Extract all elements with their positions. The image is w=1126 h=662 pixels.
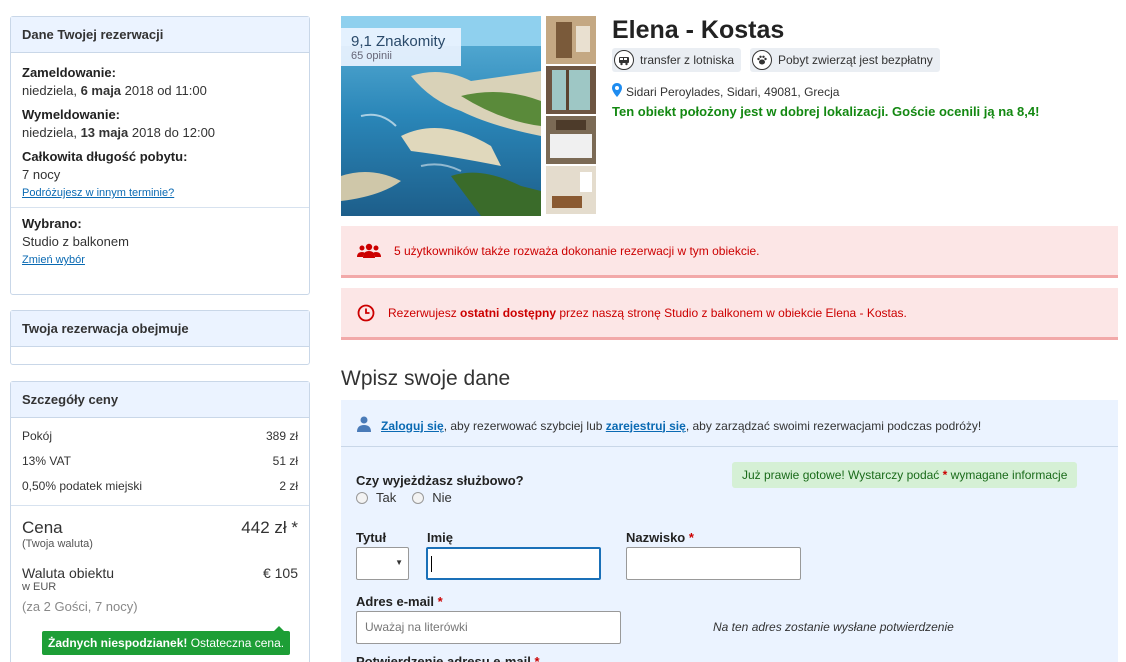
email-input[interactable]: Uważaj na literówki: [356, 611, 621, 644]
total-price-row: Cena 442 zł *: [22, 518, 298, 537]
business-trip-question: Czy wyjeżdżasz służbowo?: [356, 473, 524, 488]
shuttle-bus-icon: [614, 50, 634, 70]
last-available-text: Rezerwujesz ostatni dostępny przez naszą…: [388, 305, 907, 320]
first-name-input[interactable]: [426, 547, 601, 580]
reservation-details-card: Dane Twojej rezerwacji Zameldowanie: nie…: [10, 16, 310, 295]
form-section-title: Wpisz swoje dane: [341, 367, 511, 390]
property-currency-row: Waluta obiektu € 105: [22, 565, 298, 581]
hotel-thumbnail[interactable]: [546, 16, 596, 64]
review-score-badge[interactable]: 9,1 Znakomity 65 opinii: [341, 28, 461, 66]
divider: [11, 207, 309, 208]
business-trip-yes-label[interactable]: Tak: [376, 490, 396, 505]
hotel-thumbnail[interactable]: [546, 166, 596, 214]
total-price-currency-note: (Twoja waluta): [22, 538, 93, 550]
selected-room: Studio z balkonem: [22, 234, 129, 249]
confirm-email-label: Potwierdzenie adresu e-mail *: [356, 654, 540, 662]
review-count: 65 opinii: [351, 50, 392, 62]
business-trip-yes-radio[interactable]: [356, 491, 368, 504]
paw-icon: [752, 50, 772, 70]
stay-length-value: 7 nocy: [22, 167, 61, 182]
change-selection-link[interactable]: Zmień wybór: [22, 254, 85, 266]
map-pin-icon: [612, 83, 622, 100]
checkin-label: Zameldowanie:: [22, 65, 116, 80]
checkout-label: Wymeldowanie:: [22, 107, 121, 122]
users-considering-alert: 5 użytkowników także rozważa dokonanie r…: [341, 226, 1118, 278]
last-name-label: Nazwisko *: [626, 530, 694, 545]
price-row-vat: 13% VAT 51 zł: [22, 454, 298, 468]
divider: [11, 505, 309, 506]
reservation-includes-card: Twoja rezerwacja obejmuje: [10, 310, 310, 365]
price-row-city-tax: 0,50% podatek miejski 2 zł: [22, 479, 298, 493]
hotel-name: Elena - Kostas: [612, 16, 785, 44]
hotel-thumbnail[interactable]: [546, 116, 596, 164]
facility-airport-transfer: transfer z lotniska: [612, 48, 742, 72]
first-name-label: Imię: [427, 530, 454, 545]
title-select[interactable]: [356, 547, 409, 580]
location-score-note: Ten obiekt położony jest w dobrej lokali…: [612, 104, 1040, 119]
last-name-input[interactable]: [626, 547, 801, 580]
hotel-thumbnail[interactable]: [546, 66, 596, 114]
login-prompt: Zaloguj się , aby rezerwować szybciej lu…: [357, 416, 981, 435]
reservation-includes-header: Twoja rezerwacja obejmuje: [11, 311, 309, 347]
guests-nights-note: (za 2 Gości, 7 nocy): [22, 599, 138, 614]
hotel-address: Sidari Peroylades, Sidari, 49081, Grecja: [612, 83, 839, 100]
clock-icon: [357, 304, 375, 322]
text-cursor: [431, 556, 432, 572]
email-placeholder: Uważaj na literówki: [365, 620, 468, 634]
business-trip-radio-group: Tak Nie: [356, 490, 468, 505]
price-row-room: Pokój 389 zł: [22, 429, 298, 443]
business-trip-no-label[interactable]: Nie: [432, 490, 452, 505]
guest-details-form: Zaloguj się , aby rezerwować szybciej lu…: [341, 400, 1118, 662]
no-surprises-badge: Żadnych niespodzianek! Ostateczna cena.: [42, 626, 291, 655]
divider: [341, 446, 1118, 447]
review-score: 9,1 Znakomity: [351, 33, 446, 50]
price-details-card: Szczegóły ceny Pokój 389 zł 13% VAT 51 zł …: [10, 381, 310, 662]
property-currency-note: w EUR: [22, 581, 57, 593]
email-label: Adres e-mail *: [356, 594, 443, 609]
almost-ready-note: Już prawie gotowe! Wystarczy podać * wym…: [732, 462, 1078, 488]
business-trip-no-radio[interactable]: [412, 491, 425, 504]
user-icon: [357, 416, 371, 435]
login-link[interactable]: Zaloguj się: [381, 419, 444, 433]
email-confirmation-note: Na ten adres zostanie wysłane potwierdze…: [713, 620, 954, 634]
price-details-header: Szczegóły ceny: [11, 382, 309, 418]
facility-pets-free: Pobyt zwierząt jest bezpłatny: [750, 48, 940, 72]
other-dates-link[interactable]: Podróżujesz w innym terminie?: [22, 187, 174, 199]
register-link[interactable]: zarejestruj się: [606, 419, 686, 433]
reservation-details-header: Dane Twojej rezerwacji: [11, 17, 309, 53]
selected-label: Wybrano:: [22, 216, 82, 231]
checkout-value: niedziela, 13 maja 2018 do 12:00: [22, 125, 216, 140]
title-label: Tytuł: [356, 530, 387, 545]
stay-length-label: Całkowita długość pobytu:: [22, 149, 188, 164]
last-available-alert: Rezerwujesz ostatni dostępny przez naszą…: [341, 288, 1118, 340]
checkin-value: niedziela, 6 maja 2018 od 11:00: [22, 83, 207, 98]
users-considering-text: 5 użytkowników także rozważa dokonanie r…: [394, 243, 760, 258]
users-group-icon: [357, 243, 381, 259]
